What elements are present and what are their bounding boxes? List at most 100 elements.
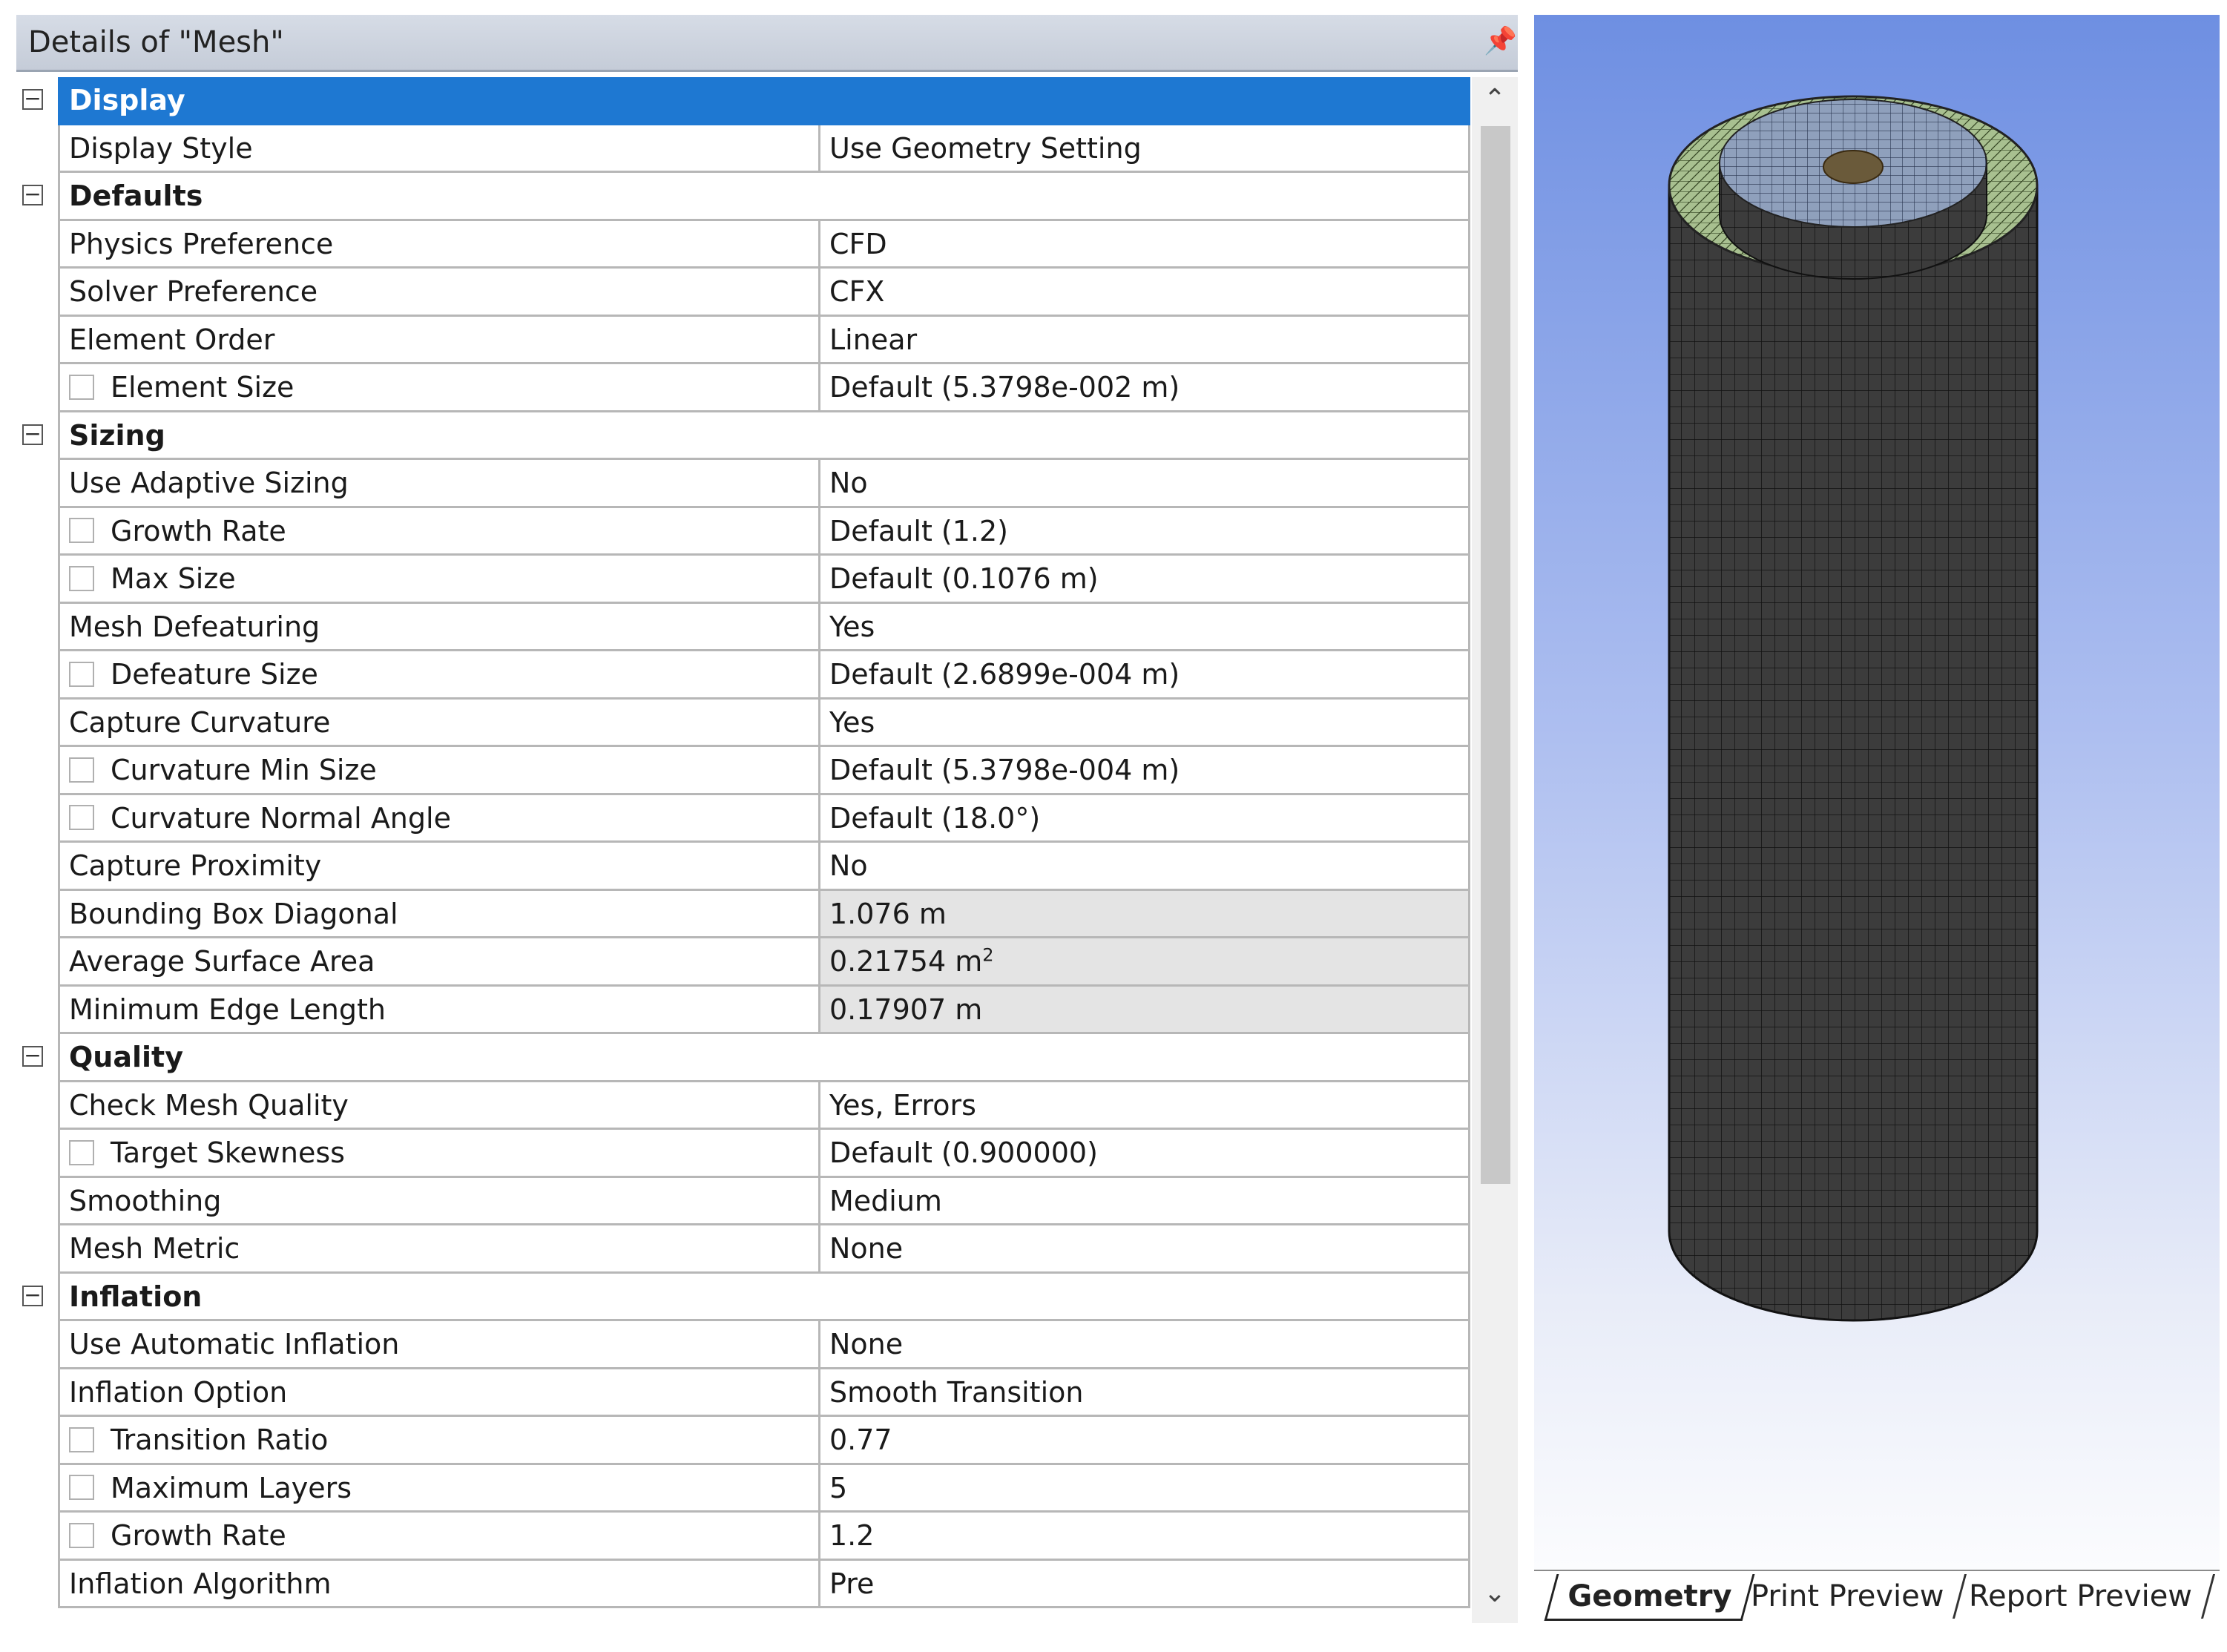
tab-report-preview[interactable]: Report Preview (1947, 1574, 2216, 1619)
parameter-checkbox[interactable] (69, 1139, 94, 1165)
property-name: Growth Rate (58, 507, 820, 556)
collapse-icon[interactable]: − (22, 88, 43, 110)
property-row[interactable]: Mesh Defeaturing Yes (16, 603, 1470, 651)
category-row[interactable]: − Defaults (16, 173, 1470, 221)
property-row[interactable]: Inflation Option Smooth Transition (16, 1369, 1470, 1417)
property-row[interactable]: Max Size Default (0.1076 m) (16, 556, 1470, 604)
property-value[interactable]: Default (18.0°) (820, 794, 1470, 843)
property-value[interactable]: Default (5.3798e-004 m) (820, 747, 1470, 795)
property-row[interactable]: Smoothing Medium (16, 1177, 1470, 1225)
scrollbar-thumb[interactable] (1481, 126, 1510, 1184)
property-row[interactable]: Capture Curvature Yes (16, 699, 1470, 747)
row-label-text: Average Surface Area (69, 945, 375, 978)
chevron-up-icon[interactable]: ⌃ (1472, 77, 1518, 122)
property-value[interactable]: No (820, 460, 1470, 508)
property-value[interactable]: Default (0.1076 m) (820, 556, 1470, 604)
category-row[interactable]: − Inflation (16, 1273, 1470, 1321)
parameter-checkbox[interactable] (69, 518, 94, 543)
property-row[interactable]: Capture Proximity No (16, 843, 1470, 891)
property-value[interactable]: No (820, 843, 1470, 891)
parameter-checkbox[interactable] (69, 1426, 94, 1452)
tab-print-preview[interactable]: Print Preview (1729, 1574, 1967, 1619)
property-name: Inflation Option (58, 1369, 820, 1417)
property-row[interactable]: Mesh Metric None (16, 1225, 1470, 1274)
row-gutter: − (16, 77, 58, 125)
parameter-checkbox[interactable] (69, 1522, 94, 1548)
property-value: 0.17907 m (820, 986, 1470, 1034)
row-gutter (16, 1369, 58, 1417)
property-value: 0.21754 m2 (820, 938, 1470, 987)
parameter-checkbox[interactable] (69, 1475, 94, 1500)
property-row[interactable]: Minimum Edge Length 0.17907 m (16, 986, 1470, 1034)
property-name: Maximum Layers (58, 1464, 820, 1513)
property-value[interactable]: Linear (820, 316, 1470, 364)
property-row[interactable]: Check Mesh Quality Yes, Errors (16, 1082, 1470, 1130)
property-value[interactable]: Use Geometry Setting (820, 125, 1470, 173)
property-value-text: CFD (829, 227, 887, 260)
property-value-text: No (829, 849, 868, 882)
property-value[interactable]: Smooth Transition (820, 1369, 1470, 1417)
property-row[interactable]: Use Automatic Inflation None (16, 1321, 1470, 1369)
property-value[interactable]: Default (2.6899e-004 m) (820, 651, 1470, 700)
property-row[interactable]: Average Surface Area 0.21754 m2 (16, 938, 1470, 987)
property-value[interactable]: CFD (820, 220, 1470, 269)
property-value[interactable]: Yes (820, 603, 1470, 651)
property-row[interactable]: Bounding Box Diagonal 1.076 m (16, 890, 1470, 938)
collapse-icon[interactable]: − (22, 1045, 43, 1067)
property-value[interactable]: Medium (820, 1177, 1470, 1225)
property-value[interactable]: 0.77 (820, 1417, 1470, 1465)
parameter-checkbox[interactable] (69, 805, 94, 830)
property-name: Average Surface Area (58, 938, 820, 987)
property-row[interactable]: Physics Preference CFD (16, 220, 1470, 269)
property-row[interactable]: Growth Rate Default (1.2) (16, 507, 1470, 556)
row-gutter: − (16, 173, 58, 221)
collapse-icon[interactable]: − (22, 184, 43, 205)
row-gutter: − (16, 1273, 58, 1321)
property-row[interactable]: Defeature Size Default (2.6899e-004 m) (16, 651, 1470, 700)
property-value[interactable]: Yes, Errors (820, 1082, 1470, 1130)
property-row[interactable]: Element Order Linear (16, 316, 1470, 364)
row-gutter (16, 1082, 58, 1130)
property-row[interactable]: Element Size Default (5.3798e-002 m) (16, 364, 1470, 412)
property-value[interactable]: 5 (820, 1464, 1470, 1513)
property-value[interactable]: 1.2 (820, 1513, 1470, 1561)
parameter-checkbox[interactable] (69, 661, 94, 687)
vertical-scrollbar[interactable]: ⌃ ⌄ (1472, 77, 1518, 1623)
collapse-icon[interactable]: − (22, 423, 43, 445)
property-row[interactable]: Display Style Use Geometry Setting (16, 125, 1470, 173)
collapse-icon[interactable]: − (22, 1284, 43, 1306)
property-row[interactable]: Use Adaptive Sizing No (16, 460, 1470, 508)
property-value[interactable]: Default (0.900000) (820, 1130, 1470, 1178)
row-gutter (16, 316, 58, 364)
parameter-checkbox[interactable] (69, 565, 94, 591)
property-row[interactable]: Solver Preference CFX (16, 269, 1470, 317)
property-value[interactable]: Yes (820, 699, 1470, 747)
property-row[interactable]: Curvature Normal Angle Default (18.0°) (16, 794, 1470, 843)
geometry-viewport[interactable] (1534, 15, 2220, 1623)
details-panel: Details of "Mesh" 📌 − Display Display Styl… (16, 15, 1518, 1623)
category-row[interactable]: − Sizing (16, 412, 1470, 460)
property-row[interactable]: Transition Ratio 0.77 (16, 1417, 1470, 1465)
property-value[interactable]: Pre (820, 1560, 1470, 1608)
property-value[interactable]: None (820, 1321, 1470, 1369)
property-value-text: Default (2.6899e-004 m) (829, 658, 1180, 691)
parameter-checkbox[interactable] (69, 757, 94, 783)
property-value[interactable]: Default (1.2) (820, 507, 1470, 556)
property-row[interactable]: Maximum Layers 5 (16, 1464, 1470, 1513)
property-value[interactable]: None (820, 1225, 1470, 1274)
chevron-down-icon[interactable]: ⌄ (1472, 1571, 1518, 1616)
property-value[interactable]: Default (5.3798e-002 m) (820, 364, 1470, 412)
row-gutter (16, 986, 58, 1034)
property-row[interactable]: Growth Rate 1.2 (16, 1513, 1470, 1561)
tab-geometry[interactable]: Geometry (1544, 1574, 1755, 1621)
property-row[interactable]: Curvature Min Size Default (5.3798e-004 m… (16, 747, 1470, 795)
property-row[interactable]: Inflation Algorithm Pre (16, 1560, 1470, 1608)
category-row[interactable]: − Quality (16, 1034, 1470, 1082)
row-gutter (16, 125, 58, 173)
parameter-checkbox[interactable] (69, 374, 94, 400)
category-row[interactable]: − Display (16, 77, 1470, 125)
property-value[interactable]: CFX (820, 269, 1470, 317)
pin-icon[interactable]: 📌 (1484, 25, 1517, 58)
property-value-text: Default (5.3798e-004 m) (829, 754, 1180, 786)
property-row[interactable]: Target Skewness Default (0.900000) (16, 1130, 1470, 1178)
